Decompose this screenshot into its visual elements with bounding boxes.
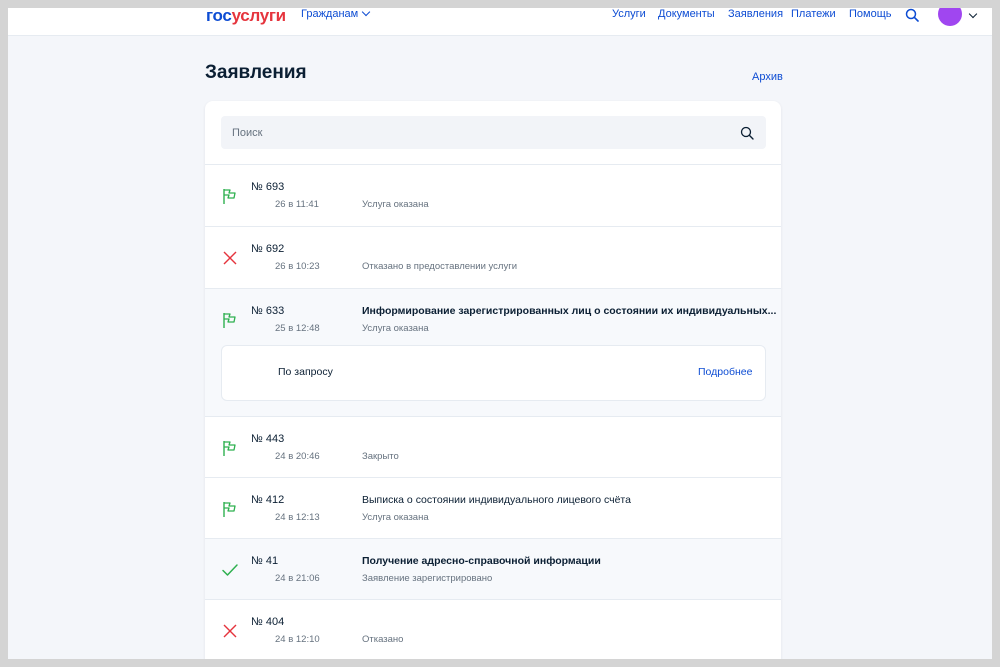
request-label: По запросу — [278, 366, 333, 378]
nav-payments[interactable]: Платежи — [791, 8, 836, 20]
application-status: Заявление зарегистрировано — [362, 573, 493, 584]
application-row[interactable]: № 41 24 в 21:06 Получение адресно-справо… — [205, 538, 781, 599]
applications-card: № 693 26 в 11:41 Услуга оказана № 692 26… — [205, 101, 781, 659]
audience-dropdown[interactable]: Гражданам — [301, 8, 371, 20]
application-row[interactable]: № 404 24 в 12:10 Отказано — [205, 599, 781, 659]
application-status: Закрыто — [362, 451, 399, 462]
application-number: № 693 — [251, 181, 285, 193]
flag-icon — [223, 313, 236, 328]
application-status: Услуга оказана — [362, 323, 429, 334]
application-status: Услуга оказана — [362, 512, 429, 523]
search-icon[interactable] — [740, 126, 754, 140]
application-number: № 443 — [251, 433, 285, 445]
nav-services[interactable]: Услуги — [612, 8, 646, 20]
application-row-expanded[interactable]: № 633 25 в 12:48 Информирование зарегист… — [205, 288, 781, 416]
application-date: 26 в 11:41 — [275, 199, 319, 210]
top-header: госуслуги Гражданам Услуги Документы Зая… — [8, 8, 992, 36]
flag-icon — [223, 502, 236, 517]
archive-link[interactable]: Архив — [752, 71, 783, 83]
application-status: Услуга оказана — [362, 199, 429, 210]
chevron-down-icon[interactable] — [968, 9, 978, 19]
application-row[interactable]: № 692 26 в 10:23 Отказано в предоставлен… — [205, 226, 781, 288]
application-number: № 633 — [251, 305, 285, 317]
application-number: № 692 — [251, 243, 285, 255]
details-link[interactable]: Подробнее — [698, 366, 752, 378]
application-number: № 41 — [251, 555, 279, 567]
search-field[interactable] — [221, 116, 766, 149]
application-title: Получение адресно-справочной информации — [362, 555, 601, 567]
application-status: Отказано — [362, 634, 404, 645]
nav-documents[interactable]: Документы — [658, 8, 715, 20]
check-icon — [222, 564, 238, 576]
audience-label: Гражданам — [301, 8, 359, 20]
cross-icon — [223, 251, 237, 265]
search-icon[interactable] — [905, 8, 919, 22]
gosuslugi-logo[interactable]: госуслуги — [206, 8, 286, 26]
application-date: 24 в 12:10 — [275, 634, 320, 645]
application-date: 26 в 10:23 — [275, 261, 320, 272]
nav-help[interactable]: Помощь — [849, 8, 892, 20]
application-title: Информирование зарегистрированных лиц о … — [362, 305, 777, 317]
chevron-down-icon — [361, 8, 371, 17]
application-row[interactable]: № 693 26 в 11:41 Услуга оказана — [205, 164, 781, 226]
nav-applications[interactable]: Заявления — [728, 8, 783, 20]
application-date: 24 в 21:06 — [275, 573, 320, 584]
application-date: 24 в 20:46 — [275, 451, 320, 462]
page-title: Заявления — [205, 62, 307, 83]
flag-icon — [223, 441, 236, 456]
browser-viewport: госуслуги Гражданам Услуги Документы Зая… — [8, 8, 992, 659]
application-number: № 412 — [251, 494, 285, 506]
application-date: 24 в 12:13 — [275, 512, 320, 523]
cross-icon — [223, 624, 237, 638]
application-title: Выписка о состоянии индивидуального лице… — [362, 494, 631, 506]
avatar[interactable] — [938, 8, 962, 26]
request-subcard: По запросу Подробнее — [221, 345, 766, 401]
flag-icon — [223, 189, 236, 204]
application-row[interactable]: № 443 24 в 20:46 Закрыто — [205, 416, 781, 477]
application-row[interactable]: № 412 24 в 12:13 Выписка о состоянии инд… — [205, 477, 781, 538]
search-input[interactable] — [221, 116, 731, 149]
application-date: 25 в 12:48 — [275, 323, 320, 334]
application-number: № 404 — [251, 616, 285, 628]
application-status: Отказано в предоставлении услуги — [362, 261, 517, 272]
